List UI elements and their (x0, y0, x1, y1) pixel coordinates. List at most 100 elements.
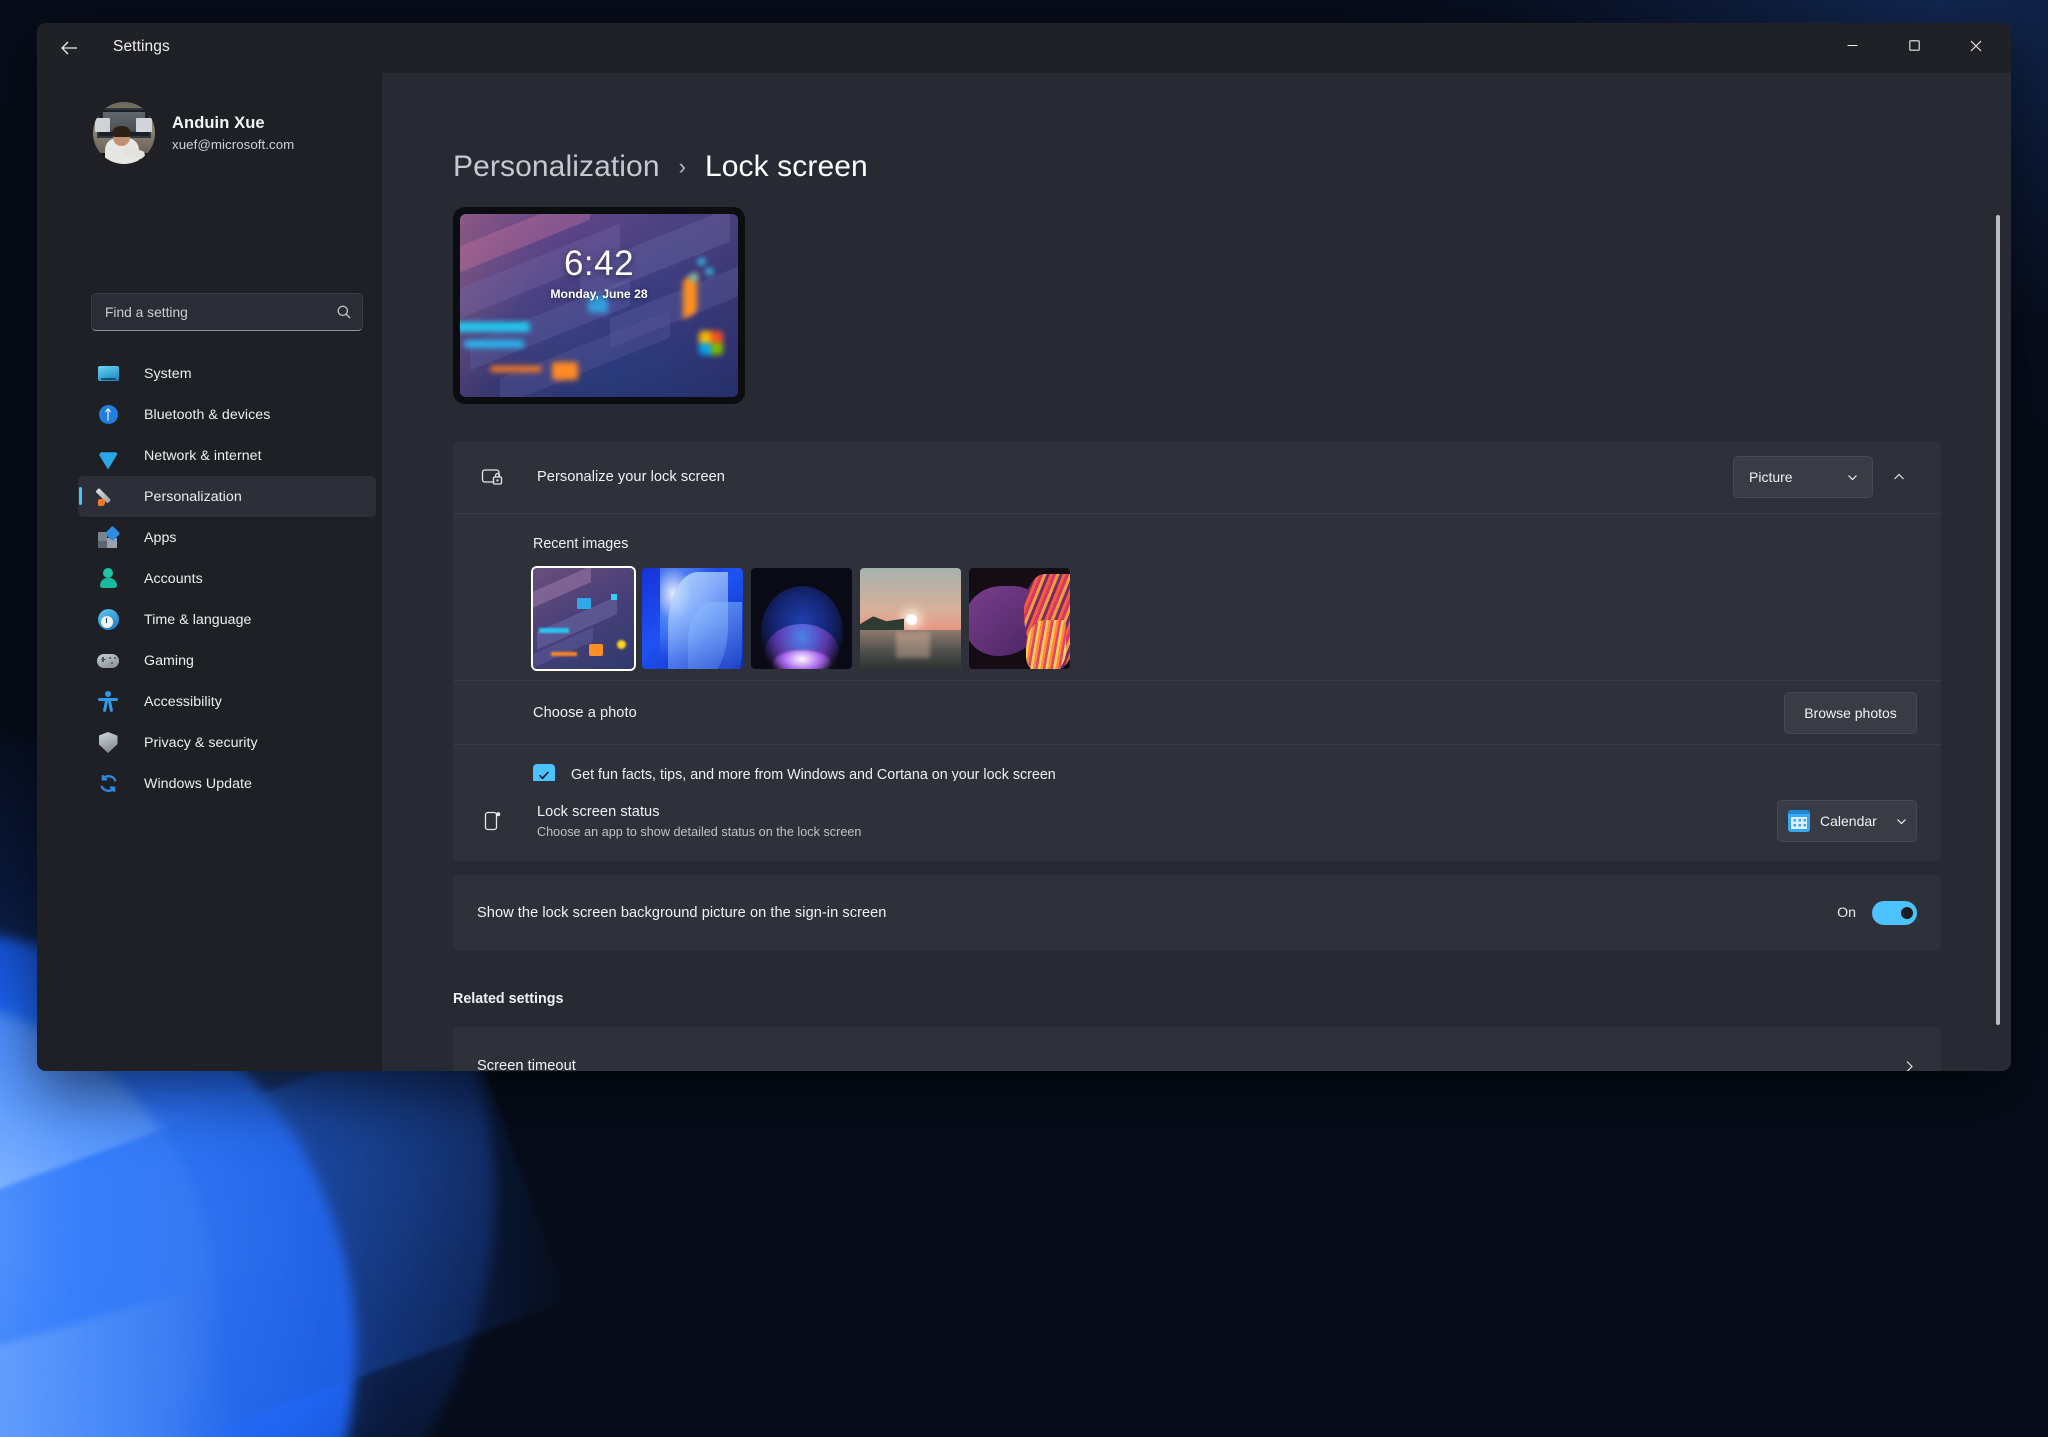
shield-icon (97, 732, 119, 754)
person-icon (97, 568, 119, 590)
sidebar-item-system[interactable]: System (78, 353, 376, 394)
bluetooth-icon: ᛏ (97, 404, 119, 426)
signin-background-card: Show the lock screen background picture … (453, 875, 1941, 951)
account-card[interactable]: Anduin Xue xuef@microsoft.com (93, 102, 294, 164)
signin-background-row: Show the lock screen background picture … (453, 875, 1941, 951)
sidebar-item-accounts[interactable]: Accounts (78, 558, 376, 599)
accessibility-icon (97, 691, 119, 713)
apps-icon (97, 525, 120, 549)
sidebar-item-personalization[interactable]: Personalization (78, 476, 376, 517)
maximize-button[interactable] (1883, 23, 1945, 68)
lock-screen-preview-image: 6:42 Monday, June 28 (460, 214, 738, 397)
chevron-down-icon (1846, 471, 1859, 484)
scrollbar[interactable] (1992, 73, 2006, 1071)
close-button[interactable] (1945, 23, 2007, 68)
recent-images-strip (533, 568, 1070, 669)
sidebar-item-label: Accounts (144, 570, 203, 587)
sidebar-item-gaming[interactable]: Gaming (78, 640, 376, 681)
personalize-collapse-button[interactable] (1881, 459, 1917, 495)
sidebar-item-time-language[interactable]: Time & language (78, 599, 376, 640)
screen-timeout-label: Screen timeout (477, 1058, 576, 1071)
signin-background-label: Show the lock screen background picture … (477, 905, 887, 921)
choose-photo-label: Choose a photo (533, 704, 637, 721)
screen-timeout-row[interactable]: Screen timeout (453, 1027, 1941, 1071)
sidebar-item-label: Time & language (144, 611, 252, 628)
personalize-card: Personalize your lock screen Picture Rec… (453, 441, 1941, 804)
lock-screen-icon (477, 465, 507, 489)
system-icon (97, 363, 119, 385)
lock-status-dropdown-value: Calendar (1820, 813, 1877, 829)
page-title: Lock screen (704, 150, 868, 183)
recent-image-thumbnail[interactable] (751, 568, 852, 669)
signin-toggle[interactable] (1872, 901, 1917, 925)
clock-icon (97, 609, 119, 631)
recent-images-row: Recent images (453, 513, 1941, 680)
screen-timeout-card[interactable]: Screen timeout (453, 1027, 1941, 1071)
breadcrumb: Personalization › Lock screen (453, 150, 868, 184)
lock-status-card: Lock screen status Choose an app to show… (453, 781, 1941, 861)
personalize-row: Personalize your lock screen Picture (453, 441, 1941, 513)
choose-photo-row: Choose a photo Browse photos (453, 680, 1941, 744)
sidebar-item-label: Network & internet (144, 447, 262, 464)
signin-toggle-group: On (1837, 901, 1917, 925)
personalize-row-title: Personalize your lock screen (537, 469, 725, 485)
content-pane: Personalization › Lock screen 6:42 Monda… (382, 73, 2011, 1071)
lock-screen-preview: 6:42 Monday, June 28 (453, 207, 745, 404)
sidebar-nav: System ᛏ Bluetooth & devices Network & i… (78, 353, 376, 804)
sidebar-item-accessibility[interactable]: Accessibility (78, 681, 376, 722)
refresh-icon (97, 773, 119, 795)
scrollbar-thumb[interactable] (1996, 215, 2000, 1025)
recent-image-thumbnail[interactable] (642, 568, 743, 669)
sidebar-item-bluetooth-devices[interactable]: ᛏ Bluetooth & devices (78, 394, 376, 435)
sidebar-item-label: Bluetooth & devices (144, 406, 271, 423)
preview-time: 6:42 (563, 244, 635, 283)
chevron-right-icon (1902, 1059, 1917, 1071)
sidebar-item-apps[interactable]: Apps (78, 517, 376, 558)
sidebar-item-windows-update[interactable]: Windows Update (78, 763, 376, 804)
avatar (93, 102, 155, 164)
sidebar-item-label: System (144, 365, 192, 382)
search-input[interactable] (92, 304, 326, 320)
lock-status-row: Lock screen status Choose an app to show… (453, 781, 1941, 861)
lock-status-title: Lock screen status (537, 803, 660, 820)
app-title: Settings (113, 38, 170, 55)
paintbrush-icon (95, 486, 119, 508)
preview-date: Monday, June 28 (550, 287, 648, 301)
chevron-down-icon (1895, 815, 1908, 828)
title-bar: Settings (37, 23, 2011, 73)
gamepad-icon (97, 650, 119, 672)
sidebar-item-privacy-security[interactable]: Privacy & security (78, 722, 376, 763)
calendar-icon (1788, 810, 1810, 832)
sidebar-item-label: Apps (144, 529, 177, 546)
sidebar-item-label: Accessibility (144, 693, 222, 710)
lock-status-subtitle: Choose an app to show detailed status on… (537, 824, 862, 839)
personalize-dropdown[interactable]: Picture (1733, 456, 1873, 498)
back-button[interactable] (47, 27, 91, 69)
recent-image-thumbnail[interactable] (969, 568, 1070, 669)
personalize-dropdown-value: Picture (1749, 469, 1793, 485)
related-settings-title: Related settings (453, 991, 564, 1007)
search-box[interactable] (91, 293, 363, 331)
signin-toggle-state: On (1837, 905, 1856, 921)
recent-image-thumbnail[interactable] (860, 568, 961, 669)
chevron-right-icon: › (678, 154, 686, 179)
lock-status-icon (477, 809, 507, 833)
sidebar-item-label: Personalization (144, 488, 242, 505)
browse-photos-label: Browse photos (1804, 704, 1897, 721)
wifi-icon (97, 445, 119, 467)
minimize-button[interactable] (1821, 23, 1883, 68)
lock-status-dropdown[interactable]: Calendar (1777, 800, 1917, 842)
sidebar: Anduin Xue xuef@microsoft.com System ᛏ B… (37, 73, 382, 1071)
breadcrumb-parent-link[interactable]: Personalization (453, 150, 660, 184)
browse-photos-button[interactable]: Browse photos (1784, 691, 1917, 734)
recent-images-label: Recent images (533, 536, 629, 552)
account-email: xuef@microsoft.com (172, 137, 295, 152)
recent-image-thumbnail[interactable] (533, 568, 634, 669)
search-icon (326, 304, 362, 320)
sidebar-item-label: Privacy & security (144, 734, 258, 751)
sidebar-item-label: Windows Update (144, 775, 252, 792)
account-name: Anduin Xue (172, 114, 265, 132)
settings-window: Settings Anduin Xue xuef@microsoft.com F… (37, 23, 2011, 1071)
sidebar-item-label: Gaming (144, 652, 194, 669)
sidebar-item-network-internet[interactable]: Network & internet (78, 435, 376, 476)
